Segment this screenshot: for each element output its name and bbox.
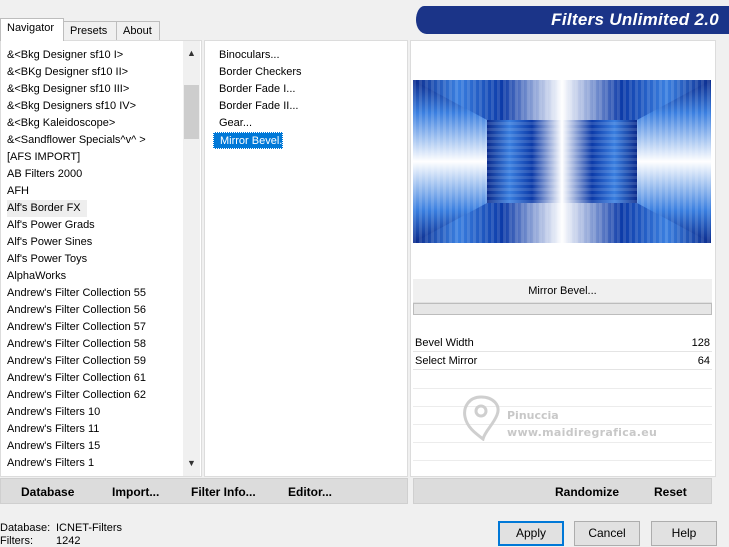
status-filters-value: 1242 [56,535,81,547]
tab-navigator[interactable]: Navigator [0,18,64,41]
empty-param-slot [413,442,712,443]
param-value: 128 [691,337,710,349]
category-item[interactable]: Andrew's Filter Collection 61 [1,370,201,387]
category-list-panel: &<Bkg Designer sf10 I> &<BKg Designer sf… [0,40,202,477]
empty-param-slot [413,388,712,389]
category-item[interactable]: Andrew's Filter Collection 59 [1,353,201,370]
database-button[interactable]: Database [21,485,74,499]
scroll-down-icon[interactable]: ▼ [183,455,200,472]
category-item[interactable]: &<Sandflower Specials^v^ > [1,132,201,149]
mirror-bevel-preview [413,80,711,243]
param-label: Select Mirror [415,355,478,367]
filter-item[interactable]: Border Checkers [213,64,407,81]
filter-info-button[interactable]: Filter Info... [191,485,256,499]
param-slider-track[interactable] [413,369,712,370]
status-filters: Filters: 1242 [0,535,200,547]
filter-list: Binoculars... Border Checkers Border Fad… [205,41,407,149]
category-item[interactable]: Andrew's Filter Collection 57 [1,319,201,336]
status-database: Database: ICNET-Filters [0,522,200,534]
status-filters-label: Filters: [0,535,33,547]
filter-item[interactable]: Border Fade I... [213,81,407,98]
editor-button[interactable]: Editor... [288,485,332,499]
category-item[interactable]: &<BKg Designer sf10 II> [1,64,201,81]
category-item[interactable]: Alf's Power Grads [1,217,201,234]
category-item[interactable]: Alf's Power Sines [1,234,201,251]
category-scrollbar[interactable]: ▲ ▼ [183,41,200,476]
category-item[interactable]: AFH [1,183,201,200]
empty-param-slot [413,424,712,425]
watermark-url: www.maidiregrafica.eu [507,426,658,439]
title-banner: Filters Unlimited 2.0 [416,6,729,34]
cancel-button[interactable]: Cancel [574,521,640,546]
category-item[interactable]: Alf's Power Toys [1,251,201,268]
param-row-select-mirror[interactable]: Select Mirror 64 [413,352,712,370]
empty-param-slot [413,406,712,407]
category-item[interactable]: Andrew's Filters 11 [1,421,201,438]
watermark-name: Pinuccia [507,409,559,422]
category-item[interactable]: &<Bkg Designer sf10 I> [1,47,201,64]
category-list: &<Bkg Designer sf10 I> &<BKg Designer sf… [1,41,201,472]
category-item[interactable]: Andrew's Filter Collection 56 [1,302,201,319]
category-item[interactable]: &<Bkg Designers sf10 IV> [1,98,201,115]
category-item[interactable]: AB Filters 2000 [1,166,201,183]
app-title: Filters Unlimited 2.0 [551,10,719,29]
help-button[interactable]: Help [651,521,717,546]
param-value: 64 [697,355,710,367]
category-item[interactable]: AlphaWorks [1,268,201,285]
category-item[interactable]: Andrew's Filter Collection 62 [1,387,201,404]
filter-item[interactable]: Binoculars... [213,47,407,64]
tab-presets[interactable]: Presets [63,21,117,40]
left-button-bar: Database Import... Filter Info... Editor… [0,478,408,504]
import-button[interactable]: Import... [112,485,159,499]
scroll-thumb[interactable] [184,85,199,139]
category-item[interactable]: Andrew's Filters 10 [1,404,201,421]
category-item[interactable]: Andrew's Filters 15 [1,438,201,455]
status-database-value: ICNET-Filters [56,522,122,534]
filter-item-selected[interactable]: Mirror Bevel... [213,132,288,149]
category-item[interactable]: &<Bkg Kaleidoscope> [1,115,201,132]
category-item[interactable]: [AFS IMPORT] [1,149,201,166]
randomize-button[interactable]: Randomize [555,485,619,499]
category-item[interactable]: Andrew's Filters 1 [1,455,201,472]
tab-about[interactable]: About [116,21,160,40]
empty-param-slot [413,460,712,461]
filter-list-panel: Binoculars... Border Checkers Border Fad… [204,40,408,477]
filter-item[interactable]: Gear... [213,115,407,132]
category-item-selected[interactable]: Alf's Border FX [7,200,87,217]
progress-bar [413,303,712,315]
category-item[interactable]: &<Bkg Designer sf10 III> [1,81,201,98]
right-button-bar: Randomize Reset [413,478,712,504]
filter-item[interactable]: Border Fade II... [213,98,407,115]
watermark-logo-icon [463,395,500,441]
status-database-label: Database: [0,522,51,534]
category-item[interactable]: Andrew's Filter Collection 55 [1,285,201,302]
filter-preview-image [413,80,711,243]
selected-filter-name: Mirror Bevel... [413,279,712,303]
category-item[interactable]: Andrew's Filter Collection 58 [1,336,201,353]
apply-button[interactable]: Apply [498,521,564,546]
reset-button[interactable]: Reset [654,485,687,499]
param-row-bevel-width[interactable]: Bevel Width 128 [413,334,712,352]
param-label: Bevel Width [415,337,474,349]
scroll-up-icon[interactable]: ▲ [183,45,200,62]
